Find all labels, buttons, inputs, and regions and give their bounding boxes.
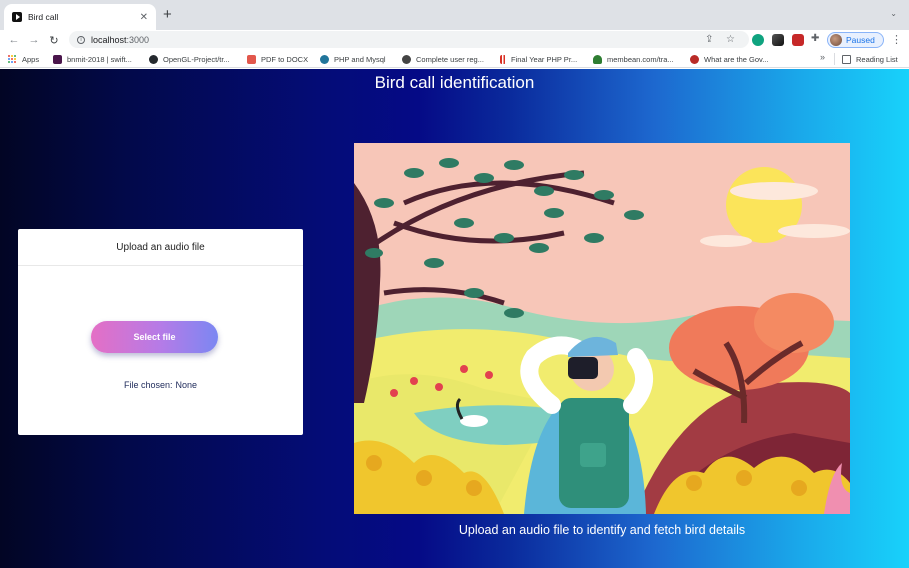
bookmark-label: membean.com/tra... xyxy=(607,54,674,64)
bookmarks-divider xyxy=(834,53,835,65)
browser-tabstrip: Bird call ✕ + ⌄ xyxy=(0,0,909,30)
page-caption: Upload an audio file to identify and fet… xyxy=(458,523,746,537)
file-chosen-value: None xyxy=(175,380,198,390)
share-icon[interactable]: ⇪ xyxy=(705,34,713,45)
color-picker-extension-icon[interactable] xyxy=(772,34,784,46)
globe-icon xyxy=(402,54,411,64)
birdwatcher-illustration xyxy=(354,143,850,514)
bookmark-label: PHP and Mysql xyxy=(334,54,386,64)
bookmark-github[interactable]: OpenGL-Project/tr... xyxy=(149,53,230,65)
bookmark-label: What are the Gov... xyxy=(704,54,769,64)
upload-card-header: Upload an audio file xyxy=(18,229,303,266)
apps-grid-icon xyxy=(8,54,17,64)
bookmarks-overflow-button[interactable]: » xyxy=(820,52,825,62)
browser-menu-icon[interactable]: ⋮ xyxy=(891,33,902,46)
select-file-button[interactable]: Select file xyxy=(91,321,218,353)
reading-list-icon xyxy=(842,54,851,64)
url-host: localhost xyxy=(91,34,127,45)
slack-icon xyxy=(53,54,62,64)
bars-icon xyxy=(500,54,506,64)
page-viewport: Bird call identification Upload an audio… xyxy=(0,69,909,568)
bookmarks-bar: Apps bnmit-2018 | swift... OpenGL-Projec… xyxy=(0,50,909,68)
github-icon xyxy=(149,54,158,64)
quora-icon xyxy=(690,54,699,64)
bookmark-final-year-php[interactable]: Final Year PHP Pr... xyxy=(500,53,577,65)
bookmark-label: bnmit-2018 | swift... xyxy=(67,54,132,64)
grammarly-extension-icon[interactable] xyxy=(752,34,764,46)
back-button[interactable]: ← xyxy=(6,30,22,50)
new-tab-button[interactable]: + xyxy=(163,6,172,24)
bookmark-pdf-to-docx[interactable]: PDF to DOCX xyxy=(247,53,308,65)
bookmark-quora[interactable]: What are the Gov... xyxy=(690,53,768,65)
close-tab-icon[interactable]: ✕ xyxy=(140,12,148,23)
reload-button[interactable]: ↻ xyxy=(46,30,62,50)
tab-title: Bird call xyxy=(28,12,59,22)
reading-list-button[interactable]: Reading List xyxy=(842,53,898,65)
reading-list-label: Reading List xyxy=(856,54,898,64)
play-favicon-icon xyxy=(12,12,22,22)
membean-icon xyxy=(593,54,602,64)
bookmark-label: Apps xyxy=(22,54,40,64)
bookmark-star-icon[interactable]: ☆ xyxy=(726,34,735,45)
address-bar[interactable]: i localhost :3000 ⇪ ☆ xyxy=(69,31,749,48)
bookmark-label: OpenGL-Project/tr... xyxy=(163,54,230,64)
bookmark-label: Final Year PHP Pr... xyxy=(511,54,578,64)
page-title: Bird call identification xyxy=(374,73,535,92)
bookmark-user-registration[interactable]: Complete user reg... xyxy=(402,53,484,65)
file-chosen-label: File chosen: xyxy=(123,380,173,390)
red-extension-icon[interactable] xyxy=(792,34,804,46)
profile-button[interactable]: Paused xyxy=(827,32,884,48)
pdf-icon xyxy=(247,54,256,64)
upload-card: Upload an audio file Select file File ch… xyxy=(18,229,303,435)
bookmark-membean[interactable]: membean.com/tra... xyxy=(593,53,674,65)
wordpress-icon xyxy=(320,54,329,64)
extensions-puzzle-icon[interactable]: ✚ xyxy=(811,33,819,44)
browser-toolbar: ← → ↻ i localhost :3000 ⇪ ☆ ✚ Paused ⋮ xyxy=(0,30,909,50)
avatar xyxy=(830,34,842,46)
bookmark-apps[interactable]: Apps xyxy=(8,53,39,65)
browser-tab[interactable]: Bird call ✕ xyxy=(4,4,156,30)
tab-search-chevron-icon[interactable]: ⌄ xyxy=(890,9,897,18)
bookmark-label: PDF to DOCX xyxy=(261,54,309,64)
profile-status-label: Paused xyxy=(846,35,875,45)
bookmark-slack[interactable]: bnmit-2018 | swift... xyxy=(53,53,132,65)
file-chosen-status: File chosen: None xyxy=(18,380,303,390)
forward-button[interactable]: → xyxy=(26,30,42,50)
bookmark-label: Complete user reg... xyxy=(416,54,484,64)
site-info-icon[interactable]: i xyxy=(77,35,85,44)
url-port: :3000 xyxy=(126,34,150,45)
bookmark-php-mysql[interactable]: PHP and Mysql xyxy=(320,53,386,65)
